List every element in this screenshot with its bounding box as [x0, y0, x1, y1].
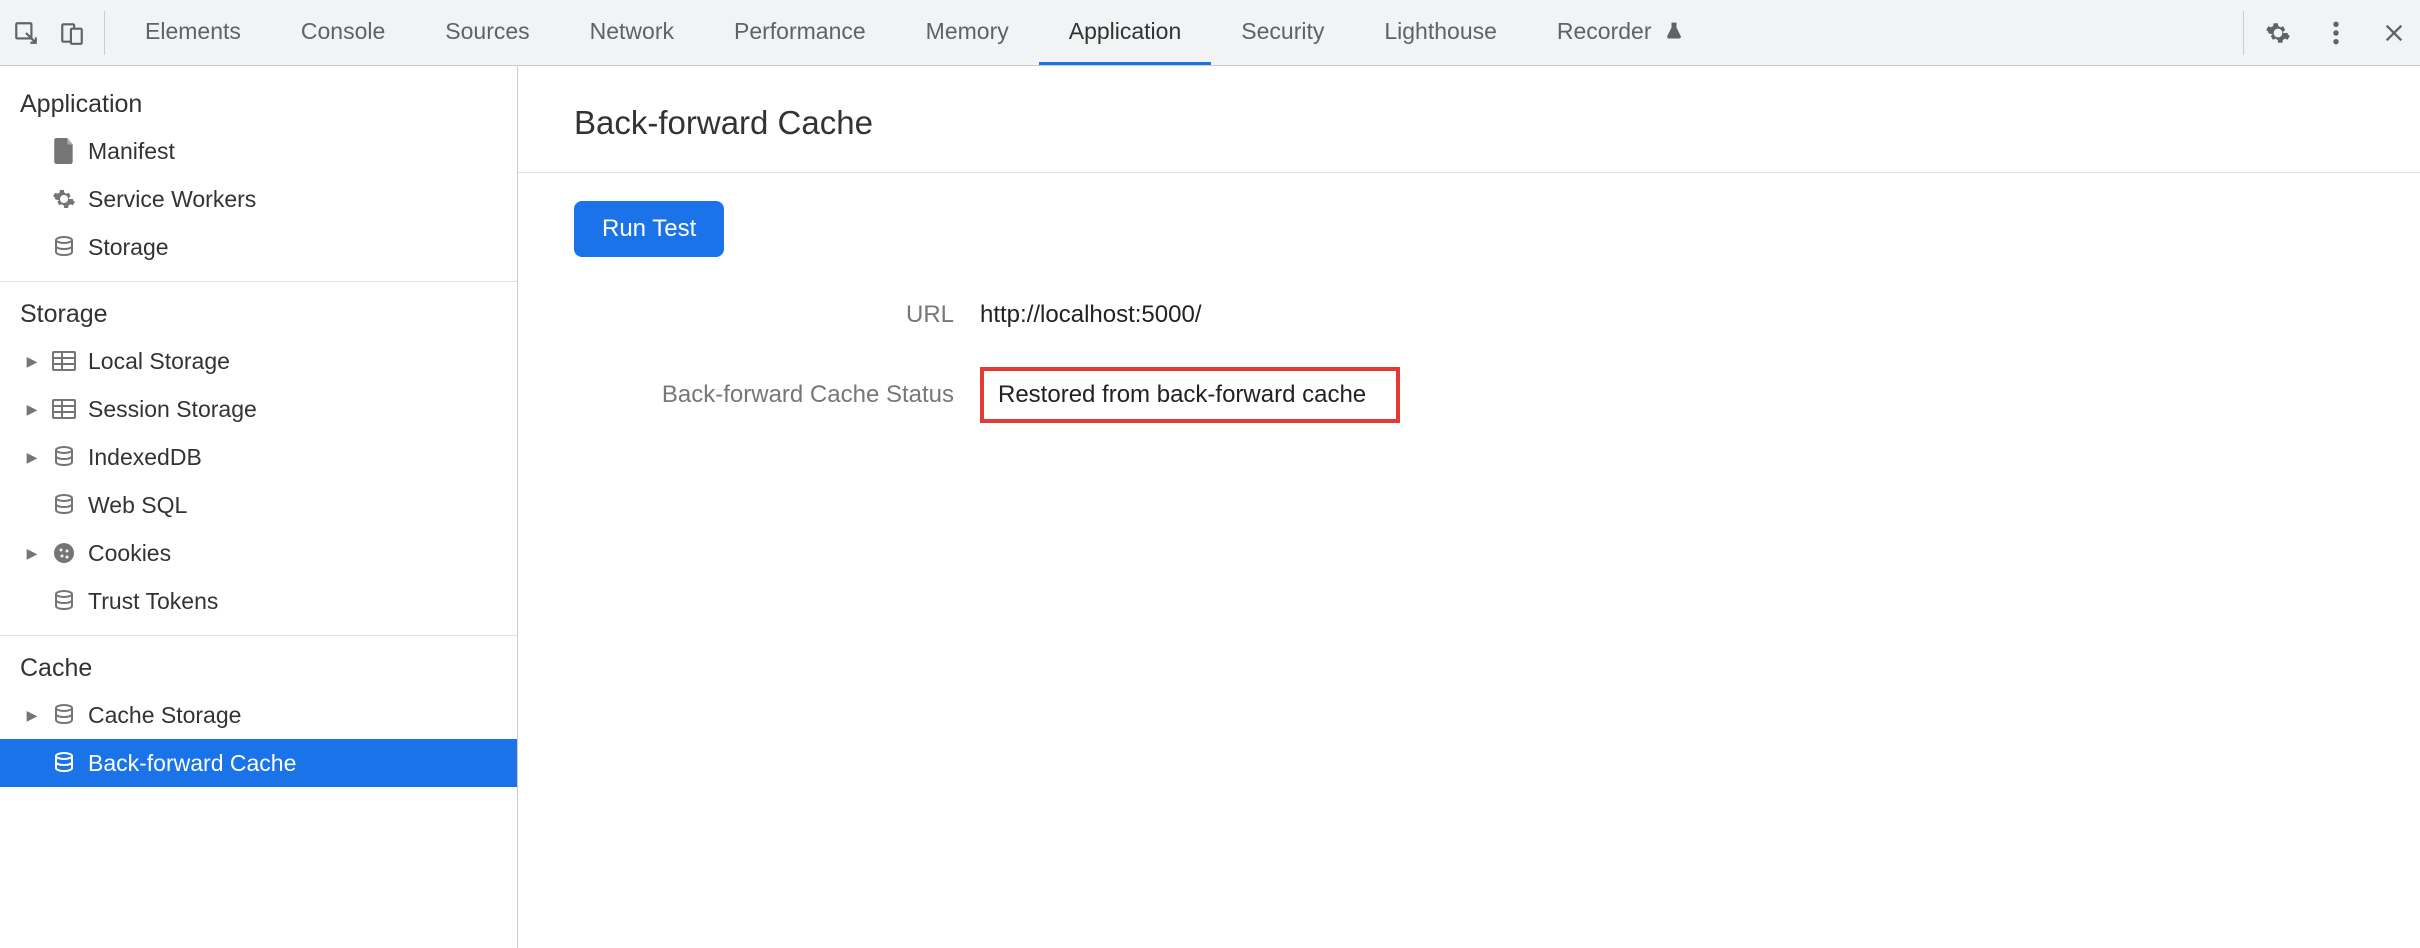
- url-value: http://localhost:5000/: [980, 301, 1201, 329]
- tab-memory[interactable]: Memory: [896, 0, 1039, 65]
- tab-elements[interactable]: Elements: [115, 0, 271, 65]
- content-area: Application ▶ Manifest ▶ Service Workers…: [0, 66, 2420, 948]
- sidebar-item-storage[interactable]: ▶ Storage: [0, 223, 517, 271]
- database-icon: [50, 587, 78, 615]
- sidebar-item-label: Storage: [88, 234, 169, 261]
- tab-label: Memory: [926, 18, 1009, 45]
- tab-label: Performance: [734, 18, 866, 45]
- sidebar-item-cookies[interactable]: ▶ Cookies: [0, 529, 517, 577]
- gear-icon: [50, 185, 78, 213]
- database-icon: [50, 749, 78, 777]
- sidebar-item-label: Cookies: [88, 540, 171, 567]
- status-value-container: Restored from back-forward cache: [980, 367, 1400, 423]
- sidebar-item-cache-storage[interactable]: ▶ Cache Storage: [0, 691, 517, 739]
- tab-label: Application: [1069, 18, 1182, 45]
- chevron-right-icon: ▶: [24, 353, 40, 370]
- sidebar-item-web-sql[interactable]: ▶ Web SQL: [0, 481, 517, 529]
- info-grid: URL http://localhost:5000/ Back-forward …: [574, 301, 2364, 423]
- database-icon: [50, 443, 78, 471]
- inspect-element-icon[interactable]: [12, 19, 40, 47]
- run-test-button[interactable]: Run Test: [574, 201, 724, 257]
- database-icon: [50, 701, 78, 729]
- sidebar-section-storage: Storage ▶ Local Storage ▶ Session Storag…: [0, 292, 517, 636]
- sidebar-item-label: Service Workers: [88, 186, 256, 213]
- section-title: Storage: [0, 292, 517, 337]
- sidebar-item-manifest[interactable]: ▶ Manifest: [0, 127, 517, 175]
- sidebar-item-trust-tokens[interactable]: ▶ Trust Tokens: [0, 577, 517, 625]
- devtools-tabs: Elements Console Sources Network Perform…: [115, 0, 1718, 65]
- cookie-icon: [50, 539, 78, 567]
- tab-security[interactable]: Security: [1211, 0, 1354, 65]
- more-vertical-icon[interactable]: [2322, 19, 2350, 47]
- status-value: Restored from back-forward cache: [980, 367, 1400, 423]
- tab-performance[interactable]: Performance: [704, 0, 896, 65]
- sidebar-section-application: Application ▶ Manifest ▶ Service Workers…: [0, 82, 517, 282]
- devtools-toolbar: Elements Console Sources Network Perform…: [0, 0, 2420, 66]
- device-toggle-icon[interactable]: [58, 19, 86, 47]
- sidebar-item-label: Local Storage: [88, 348, 230, 375]
- tab-sources[interactable]: Sources: [415, 0, 559, 65]
- tab-label: Network: [590, 18, 674, 45]
- chevron-right-icon: ▶: [24, 707, 40, 724]
- sidebar-item-indexeddb[interactable]: ▶ IndexedDB: [0, 433, 517, 481]
- tab-label: Security: [1241, 18, 1324, 45]
- tab-recorder[interactable]: Recorder: [1527, 0, 1718, 65]
- application-sidebar: Application ▶ Manifest ▶ Service Workers…: [0, 66, 518, 948]
- sidebar-item-label: Web SQL: [88, 492, 187, 519]
- sidebar-item-label: Manifest: [88, 138, 175, 165]
- database-icon: [50, 491, 78, 519]
- tab-application[interactable]: Application: [1039, 0, 1212, 65]
- sidebar-item-label: Trust Tokens: [88, 588, 218, 615]
- close-icon[interactable]: [2380, 19, 2408, 47]
- sidebar-item-label: Back-forward Cache: [88, 750, 296, 777]
- table-icon: [50, 347, 78, 375]
- section-title: Cache: [0, 646, 517, 691]
- tab-console[interactable]: Console: [271, 0, 415, 65]
- sidebar-item-label: Session Storage: [88, 396, 257, 423]
- page-title: Back-forward Cache: [518, 90, 2420, 173]
- tab-label: Recorder: [1557, 18, 1652, 45]
- status-label: Back-forward Cache Status: [574, 381, 954, 409]
- chevron-right-icon: ▶: [24, 401, 40, 418]
- chevron-right-icon: ▶: [24, 545, 40, 562]
- table-icon: [50, 395, 78, 423]
- sidebar-item-local-storage[interactable]: ▶ Local Storage: [0, 337, 517, 385]
- tab-label: Console: [301, 18, 385, 45]
- chevron-right-icon: ▶: [24, 449, 40, 466]
- tab-label: Sources: [445, 18, 529, 45]
- toolbar-right-group: [2243, 11, 2408, 55]
- tab-network[interactable]: Network: [560, 0, 704, 65]
- sidebar-item-label: Cache Storage: [88, 702, 241, 729]
- tab-label: Lighthouse: [1384, 18, 1497, 45]
- sidebar-section-cache: Cache ▶ Cache Storage ▶ Back-forward Cac…: [0, 646, 517, 797]
- tab-lighthouse[interactable]: Lighthouse: [1354, 0, 1527, 65]
- database-icon: [50, 233, 78, 261]
- toolbar-left-group: [12, 11, 105, 55]
- sidebar-item-session-storage[interactable]: ▶ Session Storage: [0, 385, 517, 433]
- flask-icon: [1660, 17, 1688, 45]
- sidebar-item-label: IndexedDB: [88, 444, 202, 471]
- url-label: URL: [574, 301, 954, 329]
- main-panel: Back-forward Cache Run Test URL http://l…: [518, 66, 2420, 948]
- section-title: Application: [0, 82, 517, 127]
- tab-label: Elements: [145, 18, 241, 45]
- gear-icon[interactable]: [2264, 19, 2292, 47]
- file-icon: [50, 137, 78, 165]
- main-body: Run Test URL http://localhost:5000/ Back…: [518, 173, 2420, 451]
- sidebar-item-service-workers[interactable]: ▶ Service Workers: [0, 175, 517, 223]
- sidebar-item-back-forward-cache[interactable]: ▶ Back-forward Cache: [0, 739, 517, 787]
